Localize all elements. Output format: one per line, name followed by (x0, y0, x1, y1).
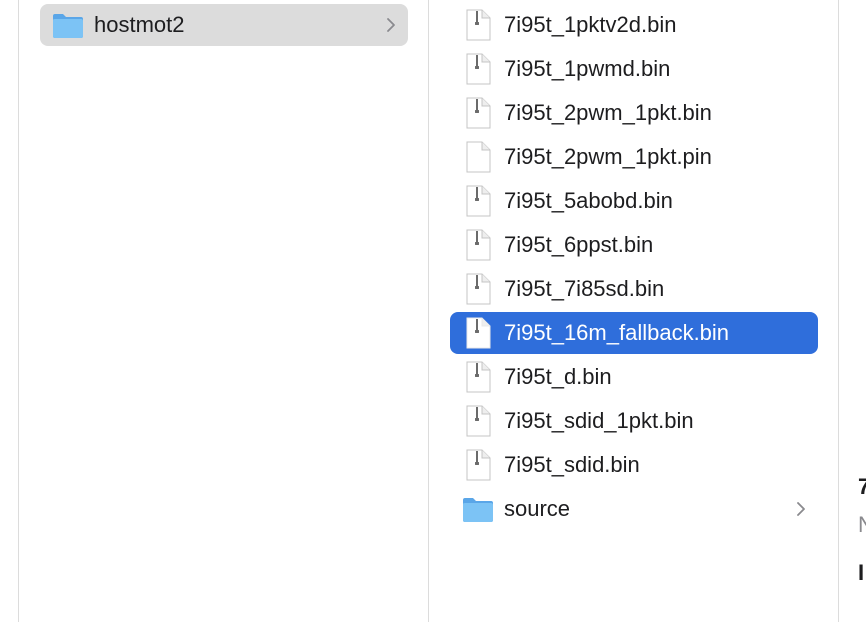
file-row[interactable]: 7i95t_1pwmd.bin (450, 48, 818, 90)
binary-file-icon (462, 273, 494, 305)
binary-file-icon (462, 53, 494, 85)
file-label: 7i95t_sdid.bin (504, 452, 640, 477)
binary-file-icon (462, 317, 494, 349)
binary-file-icon (462, 361, 494, 393)
file-label: 7i95t_1pwmd.bin (504, 56, 671, 81)
text-file-icon (462, 141, 494, 173)
binary-file-icon (462, 229, 494, 261)
folder-row-hostmot2[interactable]: hostmot2 (40, 4, 408, 46)
preview-text-line-3: I (858, 560, 865, 585)
binary-file-icon (462, 97, 494, 129)
file-row[interactable]: 7i95t_d.bin (450, 356, 818, 398)
file-row[interactable]: 7i95t_2pwm_1pkt.bin (450, 92, 818, 134)
chevron-right-icon (796, 501, 806, 517)
file-label: 7i95t_16m_fallback.bin (504, 320, 730, 345)
preview-text-line-2: N (858, 512, 866, 537)
file-label: 7i95t_d.bin (504, 364, 612, 389)
file-label: 7i95t_7i85sd.bin (504, 276, 665, 301)
file-row-selected[interactable]: 7i95t_16m_fallback.bin (450, 312, 818, 354)
file-row[interactable]: 7i95t_2pwm_1pkt.pin (450, 136, 818, 178)
folder-row-source[interactable]: source (450, 488, 818, 530)
column-divider-2[interactable] (838, 0, 839, 622)
file-row[interactable]: 7i95t_sdid.bin (450, 444, 818, 486)
binary-file-icon (462, 185, 494, 217)
binary-file-icon (462, 449, 494, 481)
file-label: 7i95t_5abobd.bin (504, 188, 673, 213)
binary-file-icon (462, 405, 494, 437)
file-row[interactable]: 7i95t_7i85sd.bin (450, 268, 818, 310)
binary-file-icon (462, 9, 494, 41)
folder-icon (462, 495, 494, 523)
column-divider-left (18, 0, 19, 622)
file-row[interactable]: 7i95t_5abobd.bin (450, 180, 818, 222)
file-label: 7i95t_2pwm_1pkt.pin (504, 144, 712, 169)
chevron-right-icon (386, 17, 396, 33)
file-label: 7i95t_sdid_1pkt.bin (504, 408, 694, 433)
folder-icon (52, 11, 84, 39)
file-row[interactable]: 7i95t_6ppst.bin (450, 224, 818, 266)
file-label: 7i95t_6ppst.bin (504, 232, 654, 257)
file-row[interactable]: 7i95t_1pktv2d.bin (450, 4, 818, 46)
folder-label: hostmot2 (94, 12, 185, 37)
preview-text-line-1: 7 (858, 474, 866, 499)
folder-label: source (504, 496, 571, 521)
file-label: 7i95t_1pktv2d.bin (504, 12, 677, 37)
file-row[interactable]: 7i95t_sdid_1pkt.bin (450, 400, 818, 442)
column-divider-1[interactable] (428, 0, 429, 622)
file-label: 7i95t_2pwm_1pkt.bin (504, 100, 712, 125)
